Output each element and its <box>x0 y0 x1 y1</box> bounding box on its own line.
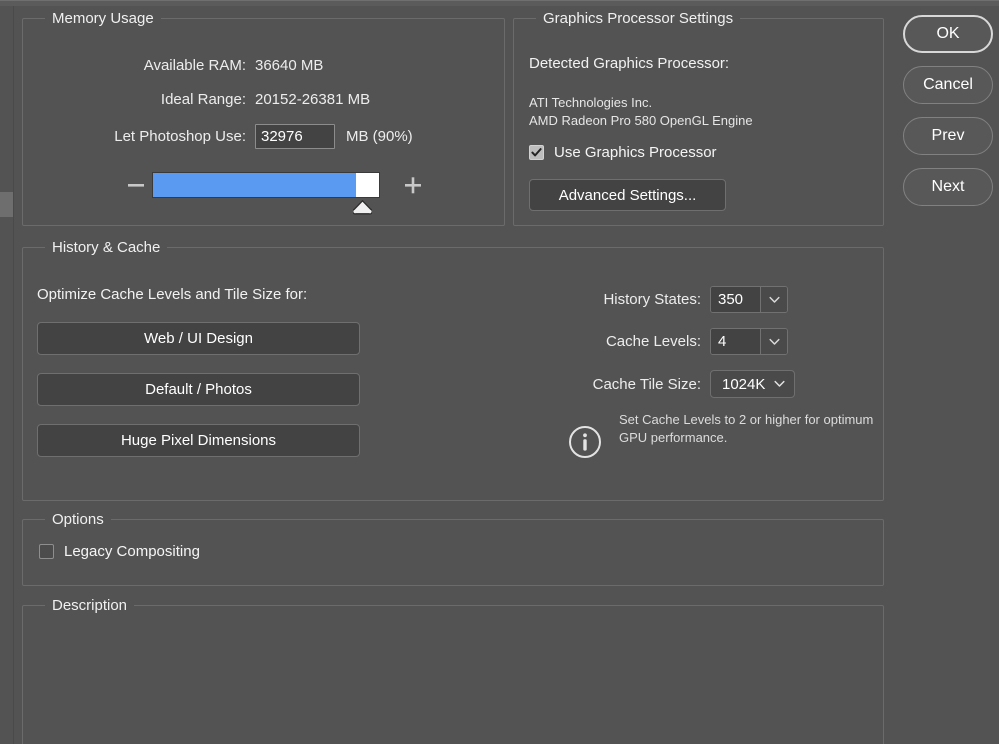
chevron-down-icon[interactable] <box>760 329 787 354</box>
next-button[interactable]: Next <box>903 168 993 206</box>
preset-button-web-ui-design[interactable]: Web / UI Design <box>37 322 360 355</box>
info-circle-icon <box>568 425 602 464</box>
graphics-processor-settings-group: Graphics Processor Settings Detected Gra… <box>513 10 884 226</box>
category-row[interactable] <box>0 18 13 43</box>
preferences-category-list-sliver[interactable]: t <box>0 6 14 744</box>
available-ram-row: Available RAM: 36640 MB <box>23 57 493 74</box>
let-photoshop-use-row: Let Photoshop Use: MB (90%) <box>23 124 493 149</box>
preset-button-huge-pixel-dimensions[interactable]: Huge Pixel Dimensions <box>37 424 360 457</box>
cache-tile-size-value: 1024K <box>722 375 766 393</box>
use-graphics-processor-label: Use Graphics Processor <box>554 144 717 161</box>
category-row[interactable] <box>0 74 13 99</box>
memory-slider-row <box>23 167 493 223</box>
plus-icon[interactable] <box>403 175 423 195</box>
ideal-range-row: Ideal Range: 20152-26381 MB <box>23 91 493 108</box>
memory-usage-group: Memory Usage Available RAM: 36640 MB Ide… <box>22 10 505 226</box>
cache-tile-size-select[interactable]: 1024K <box>710 370 796 398</box>
checkbox-unchecked-icon[interactable] <box>39 544 54 559</box>
minus-icon[interactable] <box>126 175 146 195</box>
cancel-button[interactable]: Cancel <box>903 66 993 104</box>
memory-usage-group-title: Memory Usage <box>45 10 161 27</box>
options-group: Options Legacy Compositing <box>22 511 884 586</box>
memory-units-and-percent: MB (90%) <box>346 128 413 145</box>
cache-levels-row: Cache Levels: 4 <box>473 328 788 355</box>
gpu-vendor-text: ATI Technologies Inc. <box>529 95 653 110</box>
cache-info-note-text: Set Cache Levels to 2 or higher for opti… <box>619 412 874 445</box>
optimize-cache-label: Optimize Cache Levels and Tile Size for: <box>37 286 308 303</box>
preset-button-default-photos[interactable]: Default / Photos <box>37 373 360 406</box>
legacy-compositing-label: Legacy Compositing <box>64 543 200 560</box>
cache-levels-value[interactable]: 4 <box>711 329 760 354</box>
available-ram-label: Available RAM: <box>143 57 246 74</box>
description-group-title: Description <box>45 597 135 614</box>
let-photoshop-use-label: Let Photoshop Use: <box>114 128 246 145</box>
history-states-row: History States: 350 <box>473 286 788 313</box>
ok-button[interactable]: OK <box>903 15 993 53</box>
graphics-processor-group-title: Graphics Processor Settings <box>536 10 741 27</box>
legacy-compositing-row[interactable]: Legacy Compositing <box>39 543 200 560</box>
memory-slider-thumb[interactable] <box>352 199 373 215</box>
prev-button[interactable]: Prev <box>903 117 993 155</box>
use-graphics-processor-row[interactable]: Use Graphics Processor <box>529 144 717 161</box>
ideal-range-label: Ideal Range: <box>160 91 246 108</box>
history-and-cache-group-title: History & Cache <box>45 239 168 256</box>
category-row[interactable] <box>0 158 13 183</box>
cache-tile-size-row: Cache Tile Size: 1024K <box>473 370 796 398</box>
category-label-clipped: t <box>0 306 13 322</box>
category-row-selected[interactable] <box>0 192 13 217</box>
performance-preferences-dialog: Memory Usage Available RAM: 36640 MB Ide… <box>14 6 999 744</box>
history-states-combo[interactable]: 350 <box>710 286 788 313</box>
detected-graphics-processor-label: Detected Graphics Processor: <box>529 55 730 72</box>
options-group-title: Options <box>45 511 111 528</box>
cache-levels-combo[interactable]: 4 <box>710 328 788 355</box>
advanced-settings-button[interactable]: Advanced Settings... <box>529 179 726 211</box>
memory-slider-track[interactable] <box>152 172 380 198</box>
cache-levels-label: Cache Levels: <box>605 333 701 350</box>
chevron-down-icon <box>774 380 785 388</box>
category-row[interactable] <box>0 46 13 71</box>
checkbox-checked-icon[interactable] <box>529 145 544 160</box>
gpu-device-text: AMD Radeon Pro 580 OpenGL Engine <box>529 113 753 128</box>
cache-info-note: Set Cache Levels to 2 or higher for opti… <box>568 411 879 464</box>
cache-tile-size-label: Cache Tile Size: <box>592 375 701 393</box>
category-row[interactable] <box>0 130 13 155</box>
memory-slider-fill <box>153 173 357 197</box>
description-group: Description <box>22 597 884 744</box>
available-ram-value: 36640 MB <box>255 57 324 74</box>
history-and-cache-group: History & Cache Optimize Cache Levels an… <box>22 239 884 501</box>
dialog-button-stack: OK Cancel Prev Next <box>903 15 999 219</box>
let-photoshop-use-input[interactable] <box>255 124 335 149</box>
ideal-range-value: 20152-26381 MB <box>255 91 371 108</box>
history-states-value[interactable]: 350 <box>711 287 760 312</box>
chevron-down-icon[interactable] <box>760 287 787 312</box>
category-row[interactable] <box>0 102 13 127</box>
history-states-label: History States: <box>603 291 701 308</box>
